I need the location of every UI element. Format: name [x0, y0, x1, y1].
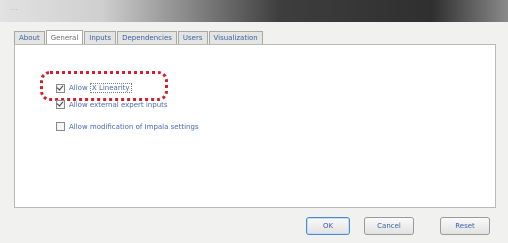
tab-dependencies[interactable]: Dependencies — [117, 31, 177, 44]
checkbox-box[interactable] — [56, 100, 65, 109]
settings-dialog: About General Inputs Dependencies Users … — [0, 22, 508, 243]
tab-general[interactable]: General — [45, 30, 84, 45]
allow-settings-modification-checkbox[interactable]: Allow modification of Impala settings — [56, 122, 199, 131]
window-titlebar[interactable]: ... — [0, 0, 508, 22]
tab-users[interactable]: Users — [177, 31, 208, 44]
tab-about[interactable]: About — [14, 31, 45, 44]
annotation-highlight-ring — [40, 71, 168, 101]
window-title: ... — [10, 3, 18, 12]
cancel-button[interactable]: Cancel — [364, 217, 414, 235]
allow-external-inputs-checkbox[interactable]: Allow external expert inputs — [56, 100, 168, 109]
checkbox-label: Allow external expert inputs — [69, 100, 168, 109]
ok-button[interactable]: OK — [306, 217, 350, 235]
checkbox-label: Allow modification of Impala settings — [69, 122, 199, 131]
reset-button[interactable]: Reset — [440, 217, 490, 235]
checkbox-box[interactable] — [56, 122, 65, 131]
tab-visualization[interactable]: Visualization — [208, 31, 263, 44]
tab-inputs[interactable]: Inputs — [84, 31, 117, 44]
tab-strip: About General Inputs Dependencies Users … — [14, 30, 264, 45]
